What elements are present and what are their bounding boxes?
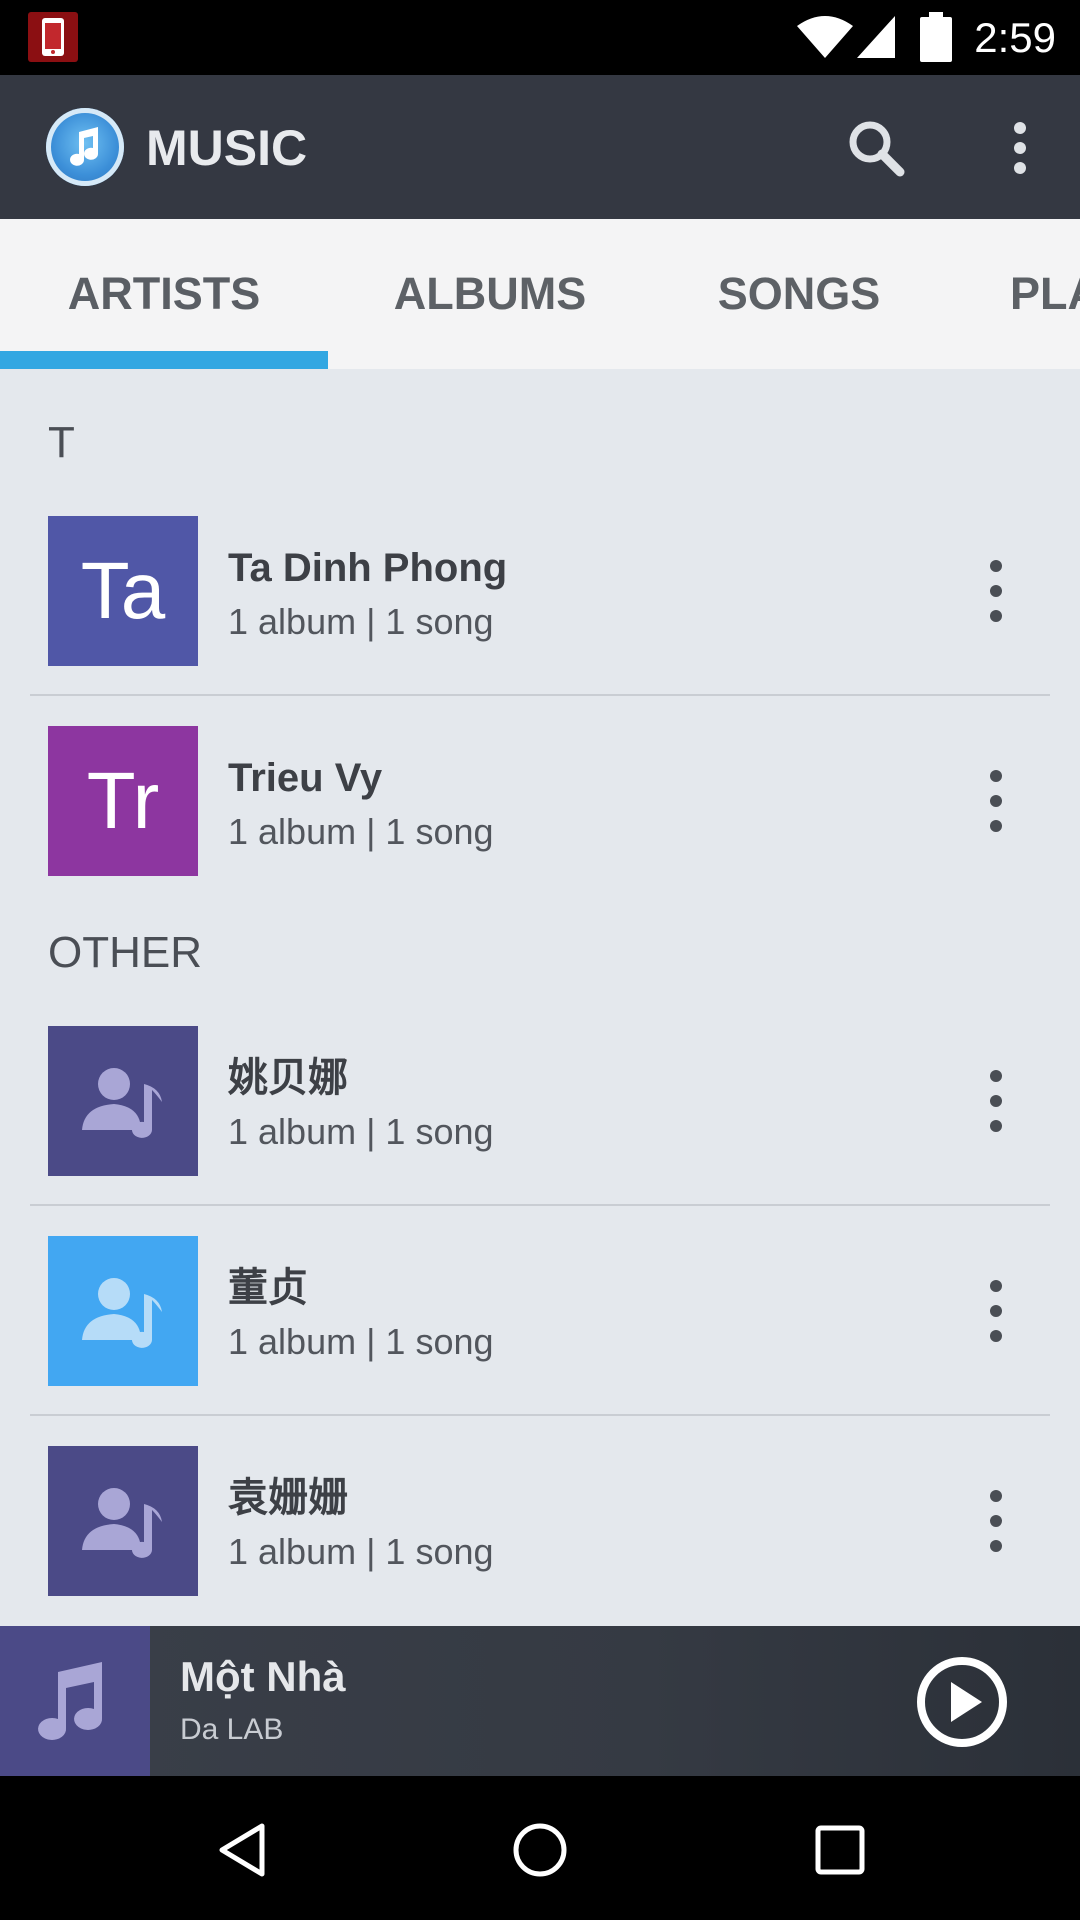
- avatar-initials: Tr: [86, 756, 160, 845]
- divider: [30, 694, 1050, 696]
- section-header-other: OTHER: [48, 928, 202, 977]
- tab-songs[interactable]: SONGS: [652, 219, 946, 369]
- recents-icon[interactable]: [810, 1820, 870, 1880]
- artist-avatar: Tr: [48, 726, 198, 876]
- artist-meta: 1 album | 1 song: [228, 601, 494, 642]
- cellular-signal-icon: [857, 16, 895, 58]
- tab-playlists[interactable]: PLA: [1010, 219, 1080, 369]
- back-icon[interactable]: [212, 1820, 272, 1880]
- artist-name: Trieu Vy: [228, 756, 383, 800]
- overflow-menu-icon[interactable]: [1000, 118, 1040, 178]
- artist-name: 董贞: [228, 1266, 308, 1310]
- avatar-initials: Ta: [80, 546, 166, 635]
- battery-icon: [920, 12, 952, 62]
- artist-avatar-placeholder-icon: [48, 1026, 198, 1176]
- artist-avatar: Ta: [48, 516, 198, 666]
- row-overflow-menu-icon[interactable]: [976, 766, 1016, 836]
- divider: [30, 1414, 1050, 1416]
- selected-tab-indicator: [0, 351, 328, 369]
- now-playing-album-art: [0, 1626, 150, 1776]
- status-time: 2:59: [974, 14, 1056, 61]
- artist-name: 姚贝娜: [228, 1056, 348, 1100]
- now-playing-title: Một Nhà: [180, 1653, 346, 1700]
- section-header-t: T: [48, 418, 75, 467]
- artist-name: 袁姗姗: [228, 1476, 348, 1520]
- now-playing-artist: Da LAB: [180, 1713, 284, 1746]
- artist-avatar-placeholder-icon: [48, 1446, 198, 1596]
- music-app-logo-icon: [46, 108, 124, 186]
- row-overflow-menu-icon[interactable]: [976, 556, 1016, 626]
- artist-avatar-placeholder-icon: [48, 1236, 198, 1386]
- divider: [30, 1204, 1050, 1206]
- artist-meta: 1 album | 1 song: [228, 1321, 494, 1362]
- row-overflow-menu-icon[interactable]: [976, 1486, 1016, 1556]
- artist-meta: 1 album | 1 song: [228, 1111, 494, 1152]
- tab-artists[interactable]: ARTISTS: [0, 219, 328, 369]
- music-note-icon: [38, 1662, 103, 1740]
- tab-bar: ARTISTS ALBUMS SONGS PLA: [0, 219, 1080, 369]
- search-icon[interactable]: [846, 118, 906, 178]
- play-button[interactable]: [914, 1654, 1010, 1750]
- row-overflow-menu-icon[interactable]: [976, 1276, 1016, 1346]
- app-title: MUSIC: [146, 120, 308, 176]
- tab-albums[interactable]: ALBUMS: [328, 219, 652, 369]
- artist-meta: 1 album | 1 song: [228, 1531, 494, 1572]
- row-overflow-menu-icon[interactable]: [976, 1066, 1016, 1136]
- status-bar: [0, 0, 1080, 75]
- wifi-icon: [797, 16, 853, 58]
- artist-name: Ta Dinh Phong: [228, 546, 508, 590]
- home-icon[interactable]: [510, 1820, 570, 1880]
- artist-meta: 1 album | 1 song: [228, 811, 494, 852]
- notification-app-icon: [28, 12, 78, 62]
